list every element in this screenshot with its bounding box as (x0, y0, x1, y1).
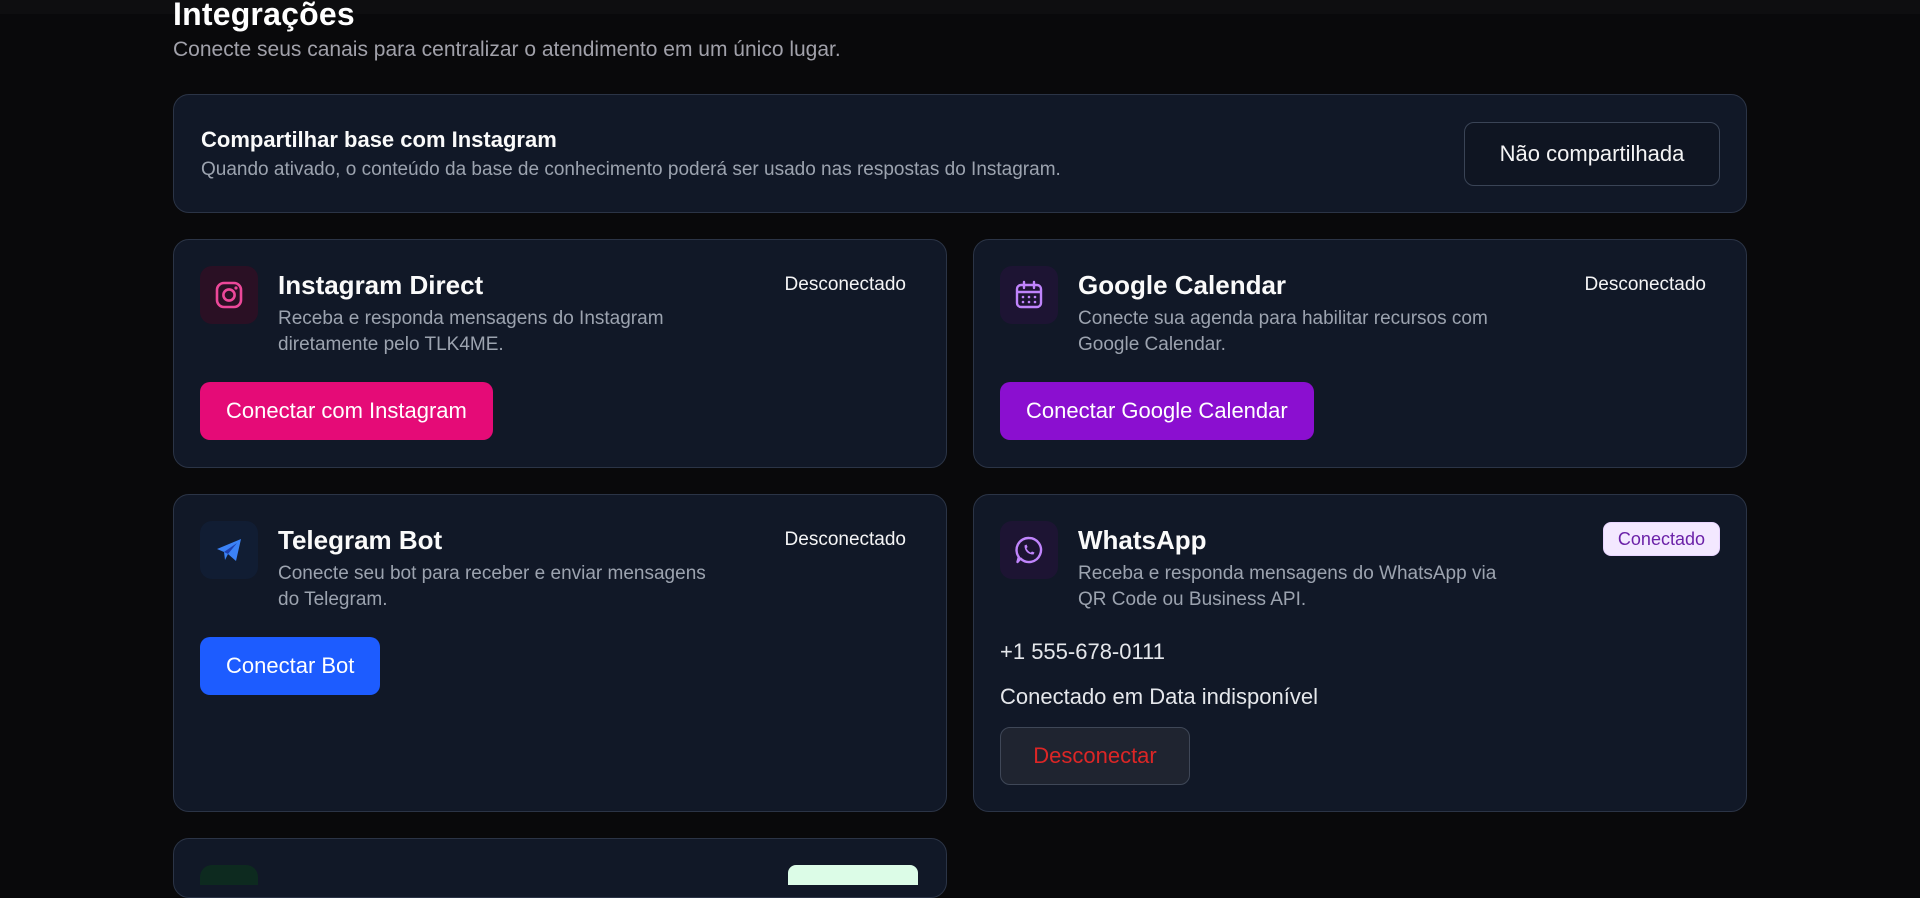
integration-card-partial (173, 838, 947, 898)
share-title: Compartilhar base com Instagram (201, 127, 557, 152)
page-title: Integrações (173, 0, 355, 32)
whatsapp-title: WhatsApp (1078, 525, 1207, 555)
telegram-icon (200, 521, 258, 579)
google-calendar-card: Google Calendar Conecte sua agenda para … (973, 239, 1747, 468)
instagram-card: Instagram Direct Receba e responda mensa… (173, 239, 947, 468)
calendar-icon (1000, 266, 1058, 324)
disconnect-whatsapp-button[interactable]: Desconectar (1000, 727, 1190, 785)
telegram-description: Conecte seu bot para receber e enviar me… (278, 563, 706, 610)
google-calendar-status: Desconectado (1584, 274, 1706, 295)
instagram-status: Desconectado (784, 274, 906, 295)
connect-instagram-button[interactable]: Conectar com Instagram (200, 382, 493, 440)
instagram-description: Receba e responda mensagens do Instagram… (278, 308, 664, 355)
telegram-status: Desconectado (784, 529, 906, 550)
share-toggle-button[interactable]: Não compartilhada (1464, 122, 1720, 186)
share-description: Quando ativado, o conteúdo da base de co… (201, 159, 1061, 180)
integration-icon-partial (200, 865, 258, 885)
whatsapp-description: Receba e responda mensagens do WhatsApp … (1078, 563, 1497, 610)
instagram-icon (200, 266, 258, 324)
page-subtitle: Conecte seus canais para centralizar o a… (173, 38, 841, 61)
google-calendar-title: Google Calendar (1078, 270, 1287, 300)
telegram-title: Telegram Bot (278, 525, 443, 555)
instagram-title: Instagram Direct (278, 270, 484, 300)
status-badge-partial (788, 865, 918, 885)
google-calendar-description: Conecte sua agenda para habilitar recurs… (1078, 308, 1488, 355)
share-instagram-card: Compartilhar base com Instagram Quando a… (173, 94, 1747, 213)
connect-bot-button[interactable]: Conectar Bot (200, 637, 381, 695)
whatsapp-connected-date: Conectado em Data indisponível (1000, 684, 1318, 709)
whatsapp-phone-number: +1 555-678-0111 (1000, 639, 1165, 664)
whatsapp-status-badge: Conectado (1602, 522, 1720, 556)
whatsapp-icon (1000, 521, 1058, 579)
connect-google-calendar-button[interactable]: Conectar Google Calendar (1000, 382, 1314, 440)
telegram-card: Telegram Bot Conecte seu bot para recebe… (173, 494, 947, 812)
whatsapp-card: WhatsApp Receba e responda mensagens do … (973, 494, 1747, 812)
